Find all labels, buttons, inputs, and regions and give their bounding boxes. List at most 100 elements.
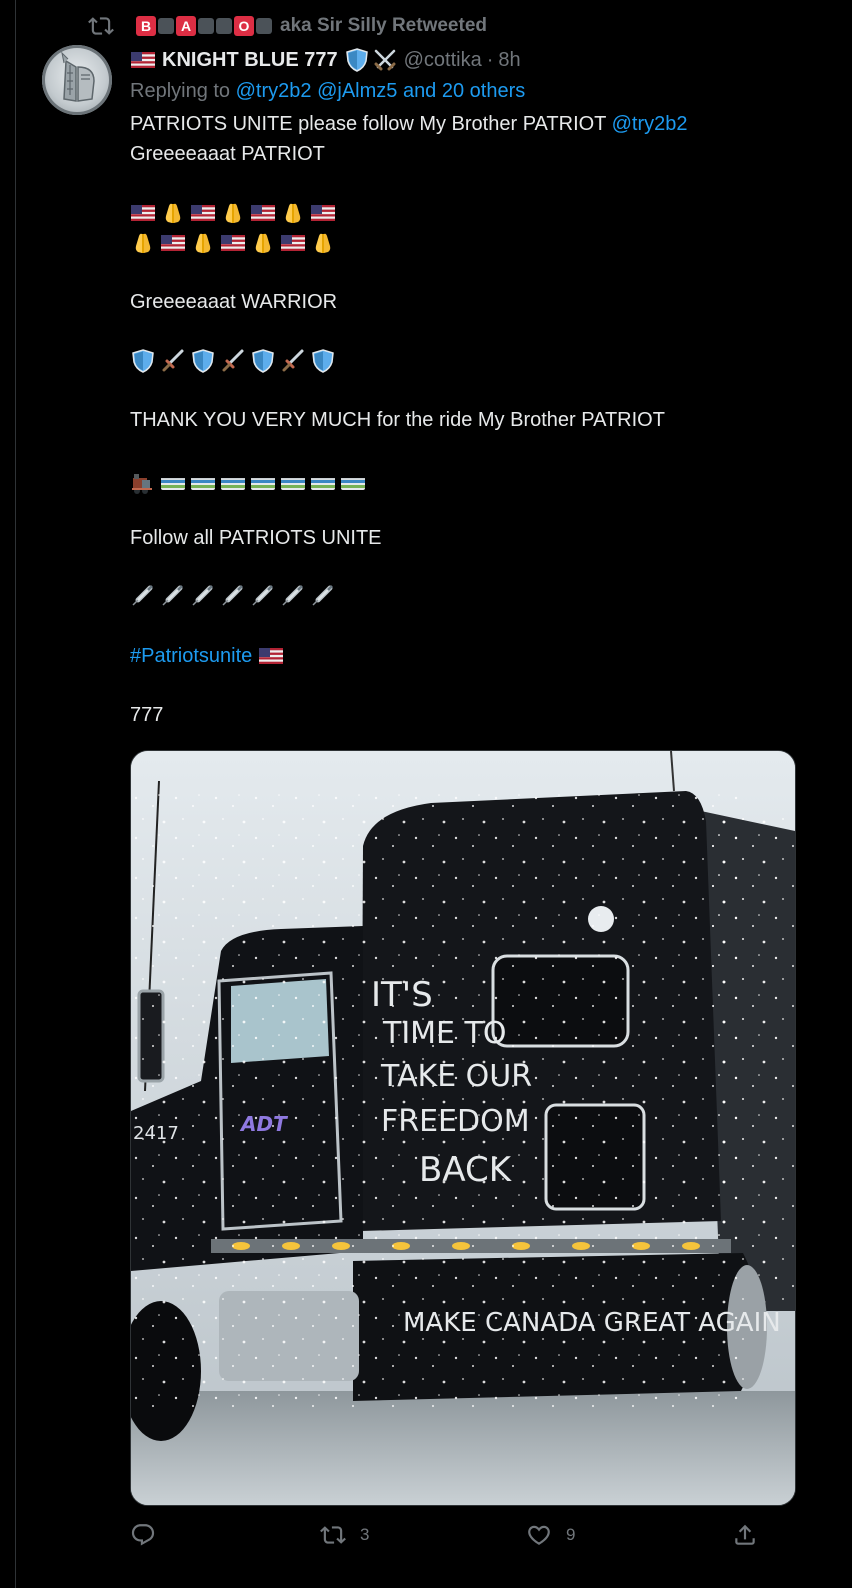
- locomotive-icon: [132, 474, 152, 494]
- share-icon: [735, 1524, 755, 1545]
- truck-number: 2417: [133, 1123, 179, 1144]
- badge-decor: [198, 18, 214, 34]
- emoji-row-flags-prayer: [130, 198, 810, 228]
- like-button[interactable]: 9: [526, 1522, 575, 1548]
- author-name[interactable]: KNIGHT BLUE 777: [162, 49, 338, 72]
- syringe-icon: [192, 585, 213, 606]
- truck-photo: IT'S TIME TO TAKE OUR FREEDOM BACK MAKE …: [131, 751, 795, 1505]
- blue-shield-icon: [132, 349, 154, 373]
- replying-to-targets[interactable]: @try2b2 @jAlmz5 and 20 others: [236, 80, 526, 102]
- emoji-row-train: [130, 468, 810, 498]
- emoji-row-syringes: [130, 582, 810, 612]
- like-count: 9: [566, 1525, 576, 1544]
- retweeter-name-badges: B A O: [136, 16, 272, 36]
- dagger-icon: [162, 349, 184, 372]
- folded-hands-icon: [255, 233, 271, 253]
- us-flag-icon: [221, 235, 245, 251]
- badge-decor: [158, 18, 174, 34]
- truck-lettering-line: TIME TO: [382, 1016, 507, 1051]
- railway-car-icon: [311, 478, 335, 490]
- us-flag-icon: [311, 205, 335, 221]
- folded-hands-icon: [285, 203, 301, 223]
- replying-to: Replying to @try2b2 @jAlmz5 and 20 other…: [130, 77, 810, 105]
- retweet-count: 3: [360, 1525, 370, 1544]
- badge-decor: [216, 18, 232, 34]
- retweet-context[interactable]: B A O aka Sir Silly Retweeted: [88, 12, 487, 40]
- emoji-row-prayer-flags: [130, 228, 810, 258]
- us-flag-icon: [251, 205, 275, 221]
- folded-hands-icon: [135, 233, 151, 253]
- syringe-icon: [252, 585, 273, 606]
- retweet-icon: [320, 1526, 346, 1544]
- folded-hands-icon: [165, 203, 181, 223]
- retweet-icon: [88, 17, 114, 35]
- reply-button[interactable]: [130, 1522, 170, 1548]
- railway-car-icon: [221, 478, 245, 490]
- blue-shield-icon: [252, 349, 274, 373]
- text-line: PATRIOTS UNITE please follow My Brother …: [130, 109, 810, 139]
- us-flag-icon: [161, 235, 185, 251]
- truck-lettering-line: IT'S: [371, 975, 433, 1015]
- folded-hands-icon: [225, 203, 241, 223]
- truck-lettering-line: BACK: [419, 1150, 513, 1190]
- reply-icon: [131, 1524, 155, 1546]
- tweet-text: PATRIOTS UNITE please follow My Brother …: [130, 109, 810, 730]
- author-handle[interactable]: @cottika: [404, 49, 482, 72]
- tweet-body: KNIGHT BLUE 777 @cottika · 8h Replying t…: [130, 45, 810, 730]
- text-segment: PATRIOTS UNITE please follow My Brother …: [130, 113, 607, 135]
- tweet-header: KNIGHT BLUE 777 @cottika · 8h: [130, 45, 810, 75]
- railway-car-icon: [191, 478, 215, 490]
- us-flag-icon: [131, 52, 155, 68]
- crossed-swords-icon: [374, 49, 396, 71]
- retweet-label[interactable]: aka Sir Silly Retweeted: [280, 15, 487, 37]
- badge-decor: [256, 18, 272, 34]
- truck-lettering-line: TAKE OUR: [380, 1059, 532, 1094]
- replying-to-label: Replying to: [130, 80, 231, 102]
- separator-dot: ·: [486, 48, 494, 71]
- dagger-icon: [282, 349, 304, 372]
- syringe-icon: [132, 585, 153, 606]
- us-flag-icon: [281, 235, 305, 251]
- syringe-icon: [282, 585, 303, 606]
- text-line: Greeeeaaat WARRIOR: [130, 291, 338, 313]
- avatar[interactable]: [42, 45, 112, 115]
- mention-link[interactable]: @try2b2: [612, 113, 688, 135]
- door-logo: ADT: [239, 1112, 288, 1136]
- hashtag-line: #Patriotsunite: [130, 641, 810, 671]
- railway-car-icon: [341, 478, 365, 490]
- tweet-time[interactable]: 8h: [498, 49, 520, 72]
- retweet-button[interactable]: 3: [320, 1522, 369, 1548]
- truck-lettering-line: FREEDOM: [381, 1104, 530, 1139]
- dagger-icon: [222, 349, 244, 372]
- share-button[interactable]: [732, 1522, 758, 1548]
- badge-letter: B: [136, 16, 156, 36]
- hashtag-link[interactable]: #Patriotsunite: [130, 641, 252, 671]
- railway-car-icon: [161, 478, 185, 490]
- text-line: Greeeeaaat PATRIOT: [130, 143, 325, 165]
- blue-shield-icon: [312, 349, 334, 373]
- blue-shield-icon: [192, 349, 214, 373]
- timeline-border: [15, 0, 16, 1588]
- folded-hands-icon: [195, 233, 211, 253]
- text-line: THANK YOU VERY MUCH for the ride My Brot…: [130, 409, 665, 431]
- text-line: Follow all PATRIOTS UNITE: [130, 527, 382, 549]
- tweet-photo[interactable]: IT'S TIME TO TAKE OUR FREEDOM BACK MAKE …: [130, 750, 796, 1506]
- us-flag-icon: [259, 648, 284, 664]
- emoji-row-shields-daggers: [130, 346, 810, 376]
- text-line: 777: [130, 704, 164, 726]
- tweet-actions: 3 9: [130, 1522, 770, 1556]
- folded-hands-icon: [315, 233, 331, 253]
- blue-shield-icon: [345, 48, 368, 72]
- truck-lettering-fairing: MAKE CANADA GREAT AGAIN: [403, 1308, 781, 1338]
- syringe-icon: [312, 585, 333, 606]
- railway-car-icon: [281, 478, 305, 490]
- heart-icon: [528, 1525, 550, 1545]
- knight-helmet-icon: [61, 51, 95, 102]
- railway-car-icon: [251, 478, 275, 490]
- us-flag-icon: [131, 205, 155, 221]
- syringe-icon: [162, 585, 183, 606]
- badge-letter: A: [176, 16, 196, 36]
- syringe-icon: [222, 585, 243, 606]
- badge-letter: O: [234, 16, 254, 36]
- us-flag-icon: [191, 205, 215, 221]
